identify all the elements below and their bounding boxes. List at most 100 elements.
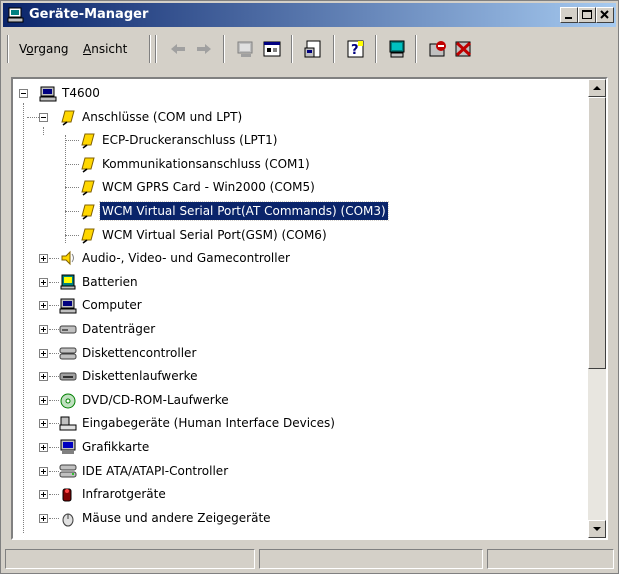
port-icon xyxy=(81,133,95,149)
uninstall-icon[interactable] xyxy=(427,38,449,60)
expand-plus-button[interactable] xyxy=(39,301,48,311)
toolbar-separator xyxy=(415,35,417,63)
tree-category-ports[interactable]: Anschlüsse (COM und LPT) xyxy=(13,106,588,128)
list-view-icon[interactable] xyxy=(261,38,283,60)
status-pane-2 xyxy=(259,549,483,569)
tree-category-item[interactable]: Batterien xyxy=(13,271,588,293)
back-arrow-icon[interactable] xyxy=(167,38,189,60)
port-icon xyxy=(81,204,95,220)
menu-vorgang[interactable]: Vorgang xyxy=(19,42,69,56)
tree-connector-line xyxy=(65,135,67,243)
toolbar-separator xyxy=(149,35,151,63)
tree-connector-line xyxy=(49,281,59,284)
tree-item-label: Infrarotgeräte xyxy=(82,487,166,502)
tree-device-item[interactable]: ECP-Druckeranschluss (LPT1) xyxy=(13,129,588,151)
tree-connector-line xyxy=(23,103,25,533)
device-tree[interactable]: T4600 Anschlüsse (COM und LPT) ECP-Drucker… xyxy=(13,79,588,538)
minimize-button[interactable] xyxy=(560,7,578,23)
audio-icon xyxy=(61,250,74,266)
tree-device-item[interactable]: Kommunikationsanschluss (COM1) xyxy=(13,153,588,175)
status-bar xyxy=(3,547,616,571)
tree-category-item[interactable]: Diskettencontroller xyxy=(13,342,588,364)
tree-item-label: WCM Virtual Serial Port(AT Commands) (CO… xyxy=(99,201,389,221)
expand-plus-button[interactable] xyxy=(39,395,48,405)
forward-arrow-icon[interactable] xyxy=(193,38,215,60)
close-button[interactable] xyxy=(596,7,614,23)
tree-item-label: Kommunikationsanschluss (COM1) xyxy=(102,156,310,171)
tree-connector-line xyxy=(65,187,79,189)
expand-plus-button[interactable] xyxy=(39,348,48,358)
tree-item-label: Datenträger xyxy=(82,322,156,336)
tree-connector-line xyxy=(49,447,59,449)
vertical-scrollbar[interactable] xyxy=(588,79,606,538)
scan-hardware-icon[interactable] xyxy=(387,38,409,60)
help-icon[interactable]: ? xyxy=(345,38,367,60)
tree-connector-line xyxy=(27,117,39,119)
tree-connector-line xyxy=(65,140,79,142)
scroll-up-button[interactable] xyxy=(588,79,606,97)
title-bar[interactable]: Geräte-Manager xyxy=(3,3,616,27)
tree-connector-line xyxy=(49,258,59,260)
tree-item-label: Diskettenlaufwerke xyxy=(82,369,198,384)
tree-category-item[interactable]: Eingabegeräte (Human Interface Devices) xyxy=(13,412,588,434)
tree-category-item[interactable]: IDE ATA/ATAPI-Controller xyxy=(13,460,588,482)
toolbar-separator xyxy=(291,35,293,63)
properties-icon[interactable] xyxy=(303,38,325,60)
tree-item-label: WCM Virtual Serial Port(GSM) (COM6) xyxy=(102,227,327,242)
tree-category-item[interactable]: Infrarotgeräte xyxy=(13,483,588,505)
disable-device-icon[interactable] xyxy=(453,38,475,60)
tree-connector-line xyxy=(49,305,59,307)
tree-device-item[interactable]: WCM GPRS Card - Win2000 (COM5) xyxy=(13,176,588,198)
tree-root-item[interactable]: T4600 xyxy=(13,82,588,104)
expand-plus-button[interactable] xyxy=(39,443,48,452)
port-icon xyxy=(81,157,95,173)
minimize-icon xyxy=(565,17,572,19)
expand-plus-button[interactable] xyxy=(39,372,48,382)
tree-category-item[interactable]: Diskettenlaufwerke xyxy=(13,365,588,387)
tree-category-item[interactable]: Computer xyxy=(13,294,588,316)
tree-connector-line xyxy=(49,376,59,378)
tree-category-item[interactable]: Mäuse und andere Zeigegeräte xyxy=(13,507,588,529)
tree-category-item[interactable]: Datenträger xyxy=(13,318,588,340)
collapse-minus-button[interactable] xyxy=(19,89,28,98)
toolbar-grip xyxy=(7,35,9,63)
menu-ansicht[interactable]: Ansicht xyxy=(83,42,127,56)
expand-plus-button[interactable] xyxy=(39,513,48,523)
expand-plus-button[interactable] xyxy=(39,325,48,334)
tree-item-label: Audio-, Video- und Gamecontroller xyxy=(82,251,290,266)
expand-plus-button[interactable] xyxy=(39,419,48,429)
tree-category-item[interactable]: Audio-, Video- und Gamecontroller xyxy=(13,247,588,269)
disk-drive-icon xyxy=(59,325,77,334)
expand-plus-button[interactable] xyxy=(39,490,48,500)
floppy-drive-icon xyxy=(59,372,77,381)
tree-category-item[interactable]: Grafikkarte xyxy=(13,436,588,458)
status-pane-3 xyxy=(487,549,614,569)
infrared-icon xyxy=(62,488,72,502)
computer-icon xyxy=(39,86,57,102)
tree-item-label: Batterien xyxy=(82,274,138,289)
tree-item-label: WCM GPRS Card - Win2000 (COM5) xyxy=(102,180,315,195)
close-icon xyxy=(600,10,609,19)
maximize-button[interactable] xyxy=(578,7,596,23)
port-icon xyxy=(61,110,75,126)
expand-plus-button[interactable] xyxy=(39,254,48,264)
scroll-down-button[interactable] xyxy=(588,520,606,538)
tree-category-item[interactable]: DVD/CD-ROM-Laufwerke xyxy=(13,389,588,411)
collapse-minus-button[interactable] xyxy=(39,112,48,122)
tree-device-item[interactable]: WCM Virtual Serial Port(GSM) (COM6) xyxy=(13,224,588,246)
expand-plus-button[interactable] xyxy=(39,466,48,476)
tree-connector-line xyxy=(49,494,59,496)
expand-plus-button[interactable] xyxy=(39,277,48,287)
scrollbar-thumb[interactable] xyxy=(588,97,606,369)
tree-device-item[interactable]: WCM Virtual Serial Port(AT Commands) (CO… xyxy=(13,200,588,222)
device-manager-icon xyxy=(7,7,24,23)
tree-connector-line xyxy=(49,399,59,402)
tree-item-label: Anschlüsse (COM und LPT) xyxy=(82,109,243,124)
tree-connector-line xyxy=(43,127,45,135)
svg-text:?: ? xyxy=(351,43,359,58)
mouse-icon xyxy=(62,513,74,527)
toolbar: Vorgang Ansicht ? xyxy=(3,29,616,69)
scroll-up-arrow-icon xyxy=(593,86,601,90)
computer-view-icon[interactable] xyxy=(235,38,257,60)
device-tree-panel[interactable]: T4600 Anschlüsse (COM und LPT) ECP-Drucker… xyxy=(11,77,608,540)
